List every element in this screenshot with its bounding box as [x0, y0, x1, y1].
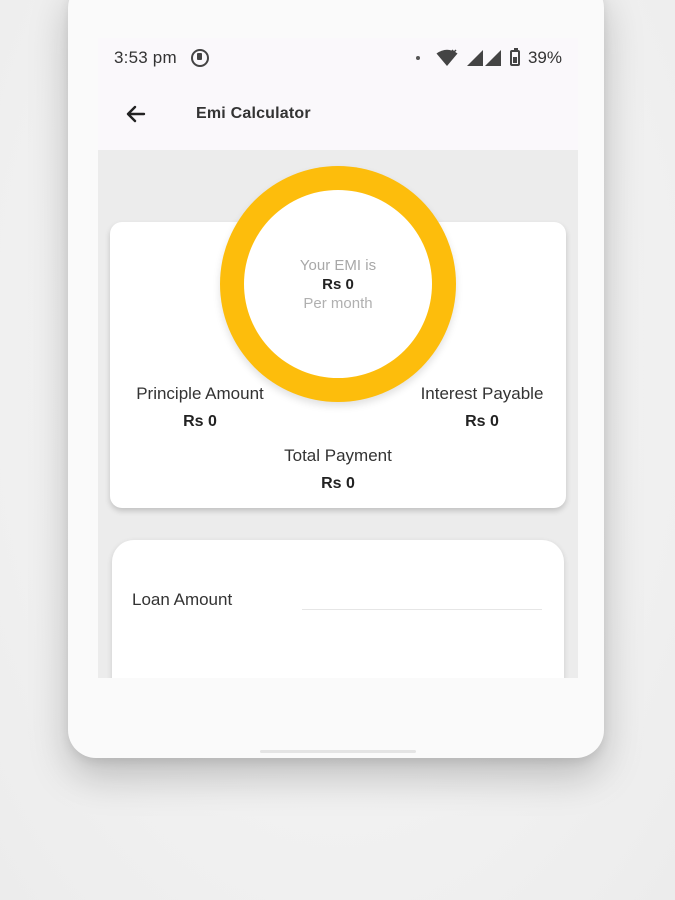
interest-payable: Interest Payable Rs 0: [410, 384, 554, 431]
loan-input-card: Loan Amount: [112, 540, 564, 678]
interest-payable-label: Interest Payable: [420, 384, 544, 403]
total-payment-value: Rs 0: [321, 475, 355, 492]
wifi-icon: [436, 49, 458, 66]
loan-amount-label: Loan Amount: [132, 590, 233, 609]
phone-bottom-bezel: [98, 678, 578, 736]
total-payment: Total Payment Rs 0: [270, 446, 406, 493]
emi-value: Rs 0: [322, 275, 354, 293]
loan-amount-input[interactable]: [302, 582, 542, 610]
principal-amount: Principle Amount Rs 0: [128, 384, 272, 431]
emi-ring: Your EMI is Rs 0 Per month: [220, 166, 456, 402]
total-payment-label: Total Payment: [284, 446, 392, 465]
gesture-nav-handle[interactable]: [260, 750, 416, 753]
arrow-back-icon: [126, 105, 146, 123]
status-bar: 3:53 pm 39%: [98, 38, 578, 78]
interest-payable-value: Rs 0: [465, 413, 499, 430]
app-notification-icon: [190, 49, 209, 67]
status-time: 3:53 pm: [114, 48, 177, 67]
cellular-signal-icon: [466, 50, 501, 66]
emi-label: Your EMI is: [299, 256, 377, 274]
principal-amount-label: Principle Amount: [136, 384, 264, 403]
battery-icon: [509, 48, 520, 66]
status-icons: 39%: [415, 48, 562, 68]
back-button[interactable]: [112, 90, 160, 138]
battery-level: 39%: [527, 48, 562, 67]
principal-amount-value: Rs 0: [183, 413, 217, 430]
notification-dot-icon: [415, 56, 420, 60]
app-bar: Emi Calculator: [98, 78, 578, 150]
app-screen: 3:53 pm 39% Emi Calculator Principle Amo…: [98, 38, 578, 678]
emi-ring-center: Your EMI is Rs 0 Per month: [244, 190, 432, 378]
page-title: Emi Calculator: [196, 105, 311, 122]
emi-period: Per month: [303, 294, 373, 312]
